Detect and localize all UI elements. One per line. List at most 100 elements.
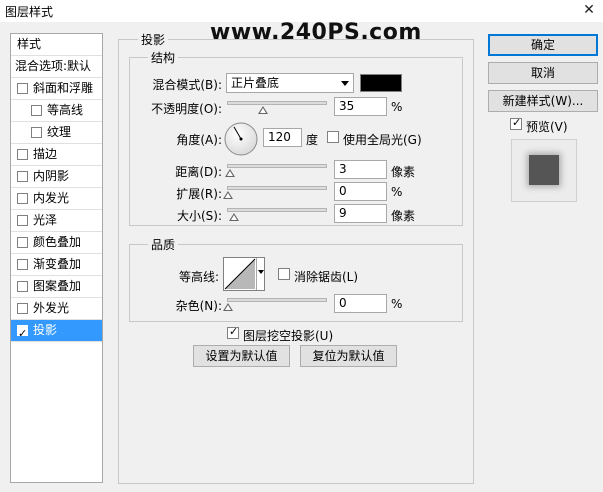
style-item-checkbox[interactable] — [17, 83, 28, 94]
noise-unit: % — [391, 297, 403, 311]
global-light-checkbox[interactable] — [327, 131, 339, 143]
style-item-label: 渐变叠加 — [33, 257, 82, 271]
preview-checkbox[interactable] — [510, 116, 522, 130]
style-item[interactable]: 颜色叠加 — [11, 232, 102, 254]
chevron-down-icon — [341, 81, 349, 86]
style-item-label: 内阴影 — [33, 169, 70, 183]
size-label: 大小(S): — [176, 209, 222, 223]
size-input[interactable]: 9 — [334, 204, 387, 223]
style-item-label: 外发光 — [33, 301, 70, 315]
opacity-slider[interactable] — [227, 101, 327, 114]
style-item[interactable]: 渐变叠加 — [11, 254, 102, 276]
spread-label: 扩展(R): — [176, 187, 222, 201]
noise-input[interactable]: 0 — [334, 294, 387, 313]
style-item-checkbox[interactable] — [31, 127, 42, 138]
style-item[interactable]: 外发光 — [11, 298, 102, 320]
noise-label: 杂色(N): — [175, 299, 222, 313]
window-title: 图层样式 — [5, 5, 54, 19]
blend-mode-label: 混合模式(B): — [152, 78, 222, 92]
style-item[interactable]: 斜面和浮雕 — [11, 78, 102, 100]
style-item-label: 光泽 — [33, 213, 58, 227]
style-item-label: 等高线 — [47, 103, 84, 117]
spread-input[interactable]: 0 — [334, 182, 387, 201]
distance-input[interactable]: 3 — [334, 160, 387, 179]
opacity-unit: % — [391, 100, 403, 114]
style-item-checkbox[interactable] — [17, 259, 28, 270]
blend-mode-select[interactable]: 正片叠底 — [226, 73, 354, 93]
style-item[interactable]: 图案叠加 — [11, 276, 102, 298]
structure-title: 结构 — [148, 49, 179, 66]
style-item-label: 斜面和浮雕 — [33, 81, 94, 95]
ok-button[interactable]: 确定 — [488, 34, 598, 56]
size-slider[interactable] — [227, 208, 327, 221]
style-item-checkbox[interactable] — [31, 105, 42, 116]
contour-linear-icon — [224, 258, 256, 290]
style-item-checkbox[interactable] — [17, 281, 28, 292]
style-item[interactable]: 描边 — [11, 144, 102, 166]
distance-slider[interactable] — [225, 164, 327, 177]
distance-label: 距离(D): — [175, 165, 222, 179]
shadow-color-swatch[interactable] — [360, 74, 402, 92]
style-item-checkbox[interactable] — [17, 237, 28, 248]
noise-slider[interactable] — [223, 298, 327, 311]
style-item[interactable]: 等高线 — [11, 100, 102, 122]
size-slider-thumb[interactable] — [229, 213, 239, 221]
style-item-checkbox[interactable] — [17, 303, 28, 314]
preview-swatch — [529, 155, 559, 185]
preview-label: 预览(V) — [526, 120, 568, 134]
style-item-checkbox[interactable] — [17, 149, 28, 160]
contour-picker[interactable] — [223, 257, 265, 291]
contour-dropdown[interactable] — [256, 258, 264, 290]
distance-slider-thumb[interactable] — [225, 169, 235, 177]
style-item[interactable]: 内发光 — [11, 188, 102, 210]
style-item-checkbox[interactable] — [17, 323, 28, 344]
spread-slider[interactable] — [223, 186, 327, 199]
style-item-checkbox[interactable] — [17, 171, 28, 182]
spread-slider-thumb[interactable] — [223, 191, 233, 199]
style-item-label: 纹理 — [47, 125, 72, 139]
preview-thumbnail — [511, 139, 577, 202]
size-unit: 像素 — [391, 209, 416, 223]
blend-mode-value: 正片叠底 — [231, 76, 280, 90]
style-item[interactable]: 投影 — [11, 320, 102, 344]
opacity-label: 不透明度(O): — [151, 102, 222, 116]
anti-alias-checkbox[interactable] — [278, 268, 290, 280]
style-item-label: 投影 — [33, 323, 58, 337]
style-item-label: 图案叠加 — [33, 279, 82, 293]
reset-default-button[interactable]: 复位为默认值 — [300, 345, 397, 367]
style-item[interactable]: 光泽 — [11, 210, 102, 232]
quality-title: 品质 — [148, 236, 179, 253]
style-item[interactable]: 纹理 — [11, 122, 102, 144]
knockout-label: 图层挖空投影(U) — [243, 329, 334, 343]
distance-unit: 像素 — [391, 165, 416, 179]
angle-dial[interactable] — [223, 121, 259, 157]
close-icon[interactable]: ✕ — [580, 0, 598, 20]
noise-slider-thumb[interactable] — [223, 303, 233, 311]
section-title: 投影 — [138, 31, 169, 48]
title-bar[interactable]: 图层样式 ✕ — [0, 0, 603, 22]
contour-label: 等高线: — [178, 270, 219, 284]
styles-list: 样式 混合选项:默认 斜面和浮雕等高线纹理描边内阴影内发光光泽颜色叠加渐变叠加图… — [10, 33, 103, 483]
chevron-down-icon — [258, 270, 264, 274]
angle-unit: 度 — [306, 133, 319, 147]
styles-header-label: 样式 — [17, 37, 42, 51]
opacity-slider-thumb[interactable] — [258, 106, 268, 114]
knockout-checkbox[interactable] — [227, 325, 239, 339]
global-light-label: 使用全局光(G) — [343, 133, 422, 147]
anti-alias-label: 消除锯齿(L) — [294, 270, 359, 284]
make-default-button[interactable]: 设置为默认值 — [193, 345, 290, 367]
new-style-button[interactable]: 新建样式(W)... — [488, 90, 598, 112]
blending-options-item[interactable]: 混合选项:默认 — [11, 56, 102, 78]
style-item-label: 描边 — [33, 147, 58, 161]
cancel-button[interactable]: 取消 — [488, 62, 598, 84]
blending-options-label: 混合选项:默认 — [15, 59, 92, 73]
styles-header[interactable]: 样式 — [11, 34, 102, 56]
style-item-label: 颜色叠加 — [33, 235, 82, 249]
style-item-checkbox[interactable] — [17, 215, 28, 226]
angle-label: 角度(A): — [176, 133, 222, 147]
style-item-checkbox[interactable] — [17, 193, 28, 204]
opacity-input[interactable]: 35 — [334, 97, 387, 116]
style-item[interactable]: 内阴影 — [11, 166, 102, 188]
style-item-label: 内发光 — [33, 191, 70, 205]
angle-input[interactable]: 120 — [263, 128, 302, 147]
